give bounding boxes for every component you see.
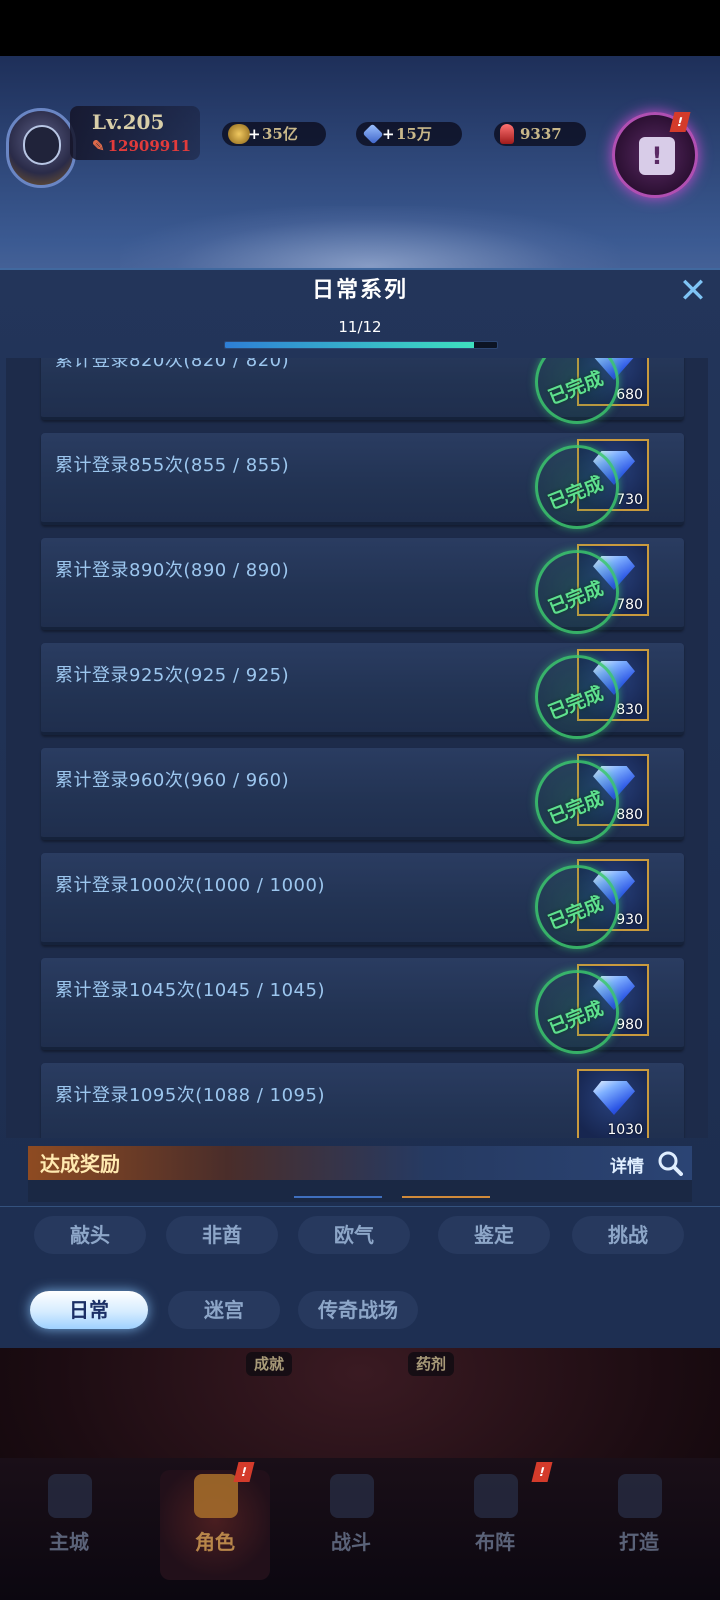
reward-count: 980 — [616, 1017, 643, 1033]
search-icon[interactable] — [657, 1150, 683, 1176]
task-label: 累计登录1095次(1088 / 1095) — [55, 1085, 325, 1106]
power-value: 12909911 — [107, 137, 192, 155]
achievement-chip[interactable]: 成就 — [246, 1352, 293, 1376]
nav-formation[interactable]: 布阵 — [440, 1470, 550, 1580]
red-resource[interactable]: 9337 — [494, 122, 586, 146]
task-card[interactable]: 累计登录890次(890 / 890) 780 已完成 — [41, 538, 684, 634]
reward-count: 730 — [616, 492, 643, 508]
potion-chip[interactable]: 药剂 — [408, 1352, 455, 1376]
nav-forge[interactable]: 打造 — [584, 1470, 694, 1580]
gem-resource[interactable]: + 15万 — [356, 122, 462, 146]
gem-amount: 15万 — [396, 125, 432, 143]
achievement-header — [28, 1146, 692, 1180]
tab-feiqiu[interactable]: 非酋 — [166, 1216, 278, 1254]
tab-migong[interactable]: 迷宫 — [168, 1291, 280, 1329]
completed-stamp: 已完成 — [535, 865, 619, 949]
reward-count: 780 — [616, 597, 643, 613]
achievement-slot — [402, 1196, 490, 1204]
player-level: Lv.205 — [92, 110, 165, 134]
gold-amount: 35亿 — [262, 125, 298, 143]
task-label: 累计登录855次(855 / 855) — [55, 455, 290, 476]
close-button[interactable]: ✕ — [676, 274, 710, 310]
nav-character[interactable]: 角色 — [160, 1470, 270, 1580]
gold-add-icon[interactable]: + — [248, 122, 261, 146]
completed-stamp: 已完成 — [535, 970, 619, 1054]
progress-count: 11/12 — [338, 318, 382, 336]
reward-count: 880 — [616, 807, 643, 823]
task-card[interactable]: 累计登录925次(925 / 925) 830 已完成 — [41, 643, 684, 739]
progress-fill — [225, 342, 475, 348]
nav-label: 打造 — [619, 1530, 659, 1554]
task-label: 累计登录925次(925 / 925) — [55, 665, 290, 686]
task-card[interactable]: 累计登录855次(855 / 855) 730 已完成 — [41, 433, 684, 529]
reward-count: 830 — [616, 702, 643, 718]
completed-stamp: 已完成 — [535, 358, 619, 424]
helmet-icon — [194, 1474, 238, 1518]
scroll-icon: ! — [639, 137, 675, 175]
nav-main-city[interactable]: 主城 — [14, 1470, 124, 1580]
nav-battle[interactable]: 战斗 — [296, 1470, 406, 1580]
tab-jianding[interactable]: 鉴定 — [438, 1216, 550, 1254]
tab-chuanqi-zhanchang[interactable]: 传奇战场 — [298, 1291, 418, 1329]
task-card[interactable]: 累计登录820次(820 / 820) 680 已完成 — [41, 358, 684, 424]
task-list[interactable]: 累计登录820次(820 / 820) 680 已完成 累计登录855次(855 / … — [6, 358, 708, 1138]
task-card[interactable]: 累计登录1000次(1000 / 1000) 930 已完成 — [41, 853, 684, 949]
gold-coin-icon — [228, 124, 250, 144]
tab-ouqi[interactable]: 欧气 — [298, 1216, 410, 1254]
formation-icon — [474, 1474, 518, 1518]
task-label: 累计登录890次(890 / 890) — [55, 560, 290, 581]
nav-label: 布阵 — [475, 1530, 515, 1554]
crossed-swords-icon — [330, 1474, 374, 1518]
diamond-icon — [593, 1081, 635, 1115]
progress-bar — [224, 341, 498, 349]
reward-item[interactable]: 1030 — [577, 1069, 649, 1138]
task-label: 累计登录820次(820 / 820) — [55, 358, 290, 371]
power-icon: ✎ — [92, 137, 105, 155]
task-label: 累计登录1000次(1000 / 1000) — [55, 875, 325, 896]
completed-stamp: 已完成 — [535, 445, 619, 529]
tab-qiaotou[interactable]: 敲头 — [34, 1216, 146, 1254]
status-bar — [0, 0, 720, 56]
diamond-icon — [362, 123, 384, 145]
task-label: 累计登录1045次(1045 / 1045) — [55, 980, 325, 1001]
red-crystal-icon — [500, 124, 514, 144]
tab-tiaozhan[interactable]: 挑战 — [572, 1216, 684, 1254]
reward-count: 680 — [616, 387, 643, 403]
nav-label: 角色 — [195, 1530, 235, 1554]
task-card[interactable]: 累计登录1045次(1045 / 1045) 980 已完成 — [41, 958, 684, 1054]
task-card[interactable]: 累计登录960次(960 / 960) 880 已完成 — [41, 748, 684, 844]
player-power: ✎ 12909911 — [92, 137, 191, 155]
reward-count: 930 — [616, 912, 643, 928]
anvil-icon — [618, 1474, 662, 1518]
details-link[interactable]: 详情 — [610, 1152, 644, 1177]
nav-label: 主城 — [49, 1530, 89, 1554]
achievement-title: 达成奖励 — [40, 1152, 120, 1176]
gold-resource[interactable]: + 35亿 — [222, 122, 326, 146]
avatar-portrait — [23, 125, 61, 165]
task-card[interactable]: 累计登录1095次(1088 / 1095) 1030 — [41, 1063, 684, 1138]
nav-label: 战斗 — [331, 1530, 371, 1554]
red-amount: 9337 — [520, 125, 562, 143]
player-avatar[interactable] — [6, 108, 76, 188]
castle-icon — [48, 1474, 92, 1518]
task-label: 累计登录960次(960 / 960) — [55, 770, 290, 791]
gem-add-icon[interactable]: + — [382, 122, 395, 146]
reward-count: 1030 — [607, 1122, 643, 1138]
completed-stamp: 已完成 — [535, 655, 619, 739]
tab-richang[interactable]: 日常 — [30, 1291, 148, 1329]
completed-stamp: 已完成 — [535, 760, 619, 844]
completed-stamp: 已完成 — [535, 550, 619, 634]
achievement-slot — [294, 1196, 382, 1204]
panel-title: 日常系列 — [311, 278, 408, 303]
